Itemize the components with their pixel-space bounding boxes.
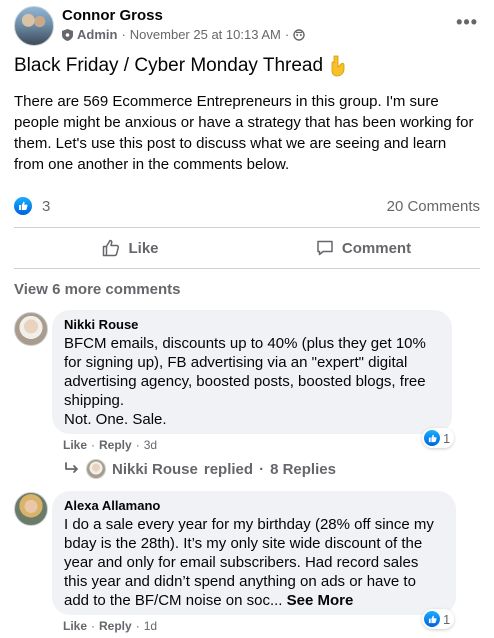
dot: · — [135, 438, 140, 452]
comment-bubble-icon — [317, 240, 333, 256]
post-title: Black Friday / Cyber Monday Thread — [14, 55, 349, 77]
post-meta: Admin · November 25 at 10:13 AM · — [62, 27, 305, 42]
comment-bubble: Alexa Allamano I do a sale every year fo… — [52, 491, 456, 615]
reply-arrow-icon — [65, 462, 78, 473]
comment-text-line: advertising agency, boosted posts, boost… — [64, 373, 426, 390]
comment-like-link[interactable]: Like — [63, 619, 87, 633]
comment-reply-link[interactable]: Reply — [99, 619, 132, 633]
author-role: Admin — [77, 27, 118, 42]
post-body: There are 569 Ecommerce Entrepreneurs in… — [14, 93, 474, 173]
replier-avatar — [86, 459, 106, 479]
comment-reaction-count: 1 — [443, 430, 451, 446]
post-timestamp[interactable]: November 25 at 10:13 AM — [130, 27, 281, 42]
comment-age[interactable]: 3d — [144, 438, 157, 452]
divider — [14, 227, 480, 228]
replied-text: replied — [203, 460, 254, 478]
comment-text-line: year and only for email subscribers. Had… — [64, 554, 419, 571]
comment-reaction-badge[interactable]: 1 — [422, 428, 455, 448]
comment-text-line: bday is the 28th). It’s my only site wid… — [64, 535, 423, 552]
author-avatar[interactable] — [14, 6, 54, 46]
commenter-avatar[interactable] — [14, 492, 48, 526]
dot: · — [135, 619, 140, 633]
reactions-summary[interactable]: 3 — [14, 197, 50, 215]
dot: · — [259, 460, 265, 478]
meta-separator-2: · — [284, 27, 290, 42]
see-more-link[interactable]: See More — [287, 592, 354, 609]
like-label: Like — [128, 239, 159, 257]
comment-age[interactable]: 1d — [144, 619, 157, 633]
comment-actions: Like · Reply · 3d — [63, 438, 157, 452]
comment-label: Comment — [341, 239, 412, 257]
comment-text-line: for signing up), FB advertising via an "… — [64, 354, 408, 371]
more-dots-icon[interactable]: ••• — [456, 12, 478, 33]
comment-truncated-text: add to the BF/CM noise on soc... — [64, 592, 283, 609]
comment-reaction-count: 1 — [443, 611, 451, 627]
commenter-avatar[interactable] — [14, 312, 48, 346]
comment-count[interactable]: 20 Comments — [387, 198, 480, 215]
like-thumb-icon — [103, 239, 120, 257]
commenter-name[interactable]: Nikki Rouse — [64, 316, 440, 334]
like-reaction-icon — [14, 197, 32, 215]
comment-text-line: I do a sale every year for my birthday (… — [64, 516, 434, 533]
replier-name: Nikki Rouse — [112, 460, 198, 478]
comment-text-line: Not. One. Sale. — [64, 411, 167, 428]
like-reaction-icon — [424, 611, 440, 627]
divider-2 — [14, 268, 480, 269]
like-button[interactable]: Like — [14, 229, 247, 267]
commenter-name[interactable]: Alexa Allamano — [64, 497, 444, 515]
post-title-text: Black Friday / Cyber Monday Thread — [14, 55, 324, 76]
view-replies-link[interactable]: Nikki Rouse replied · 8 Replies — [64, 459, 336, 479]
comment-like-link[interactable]: Like — [63, 438, 87, 452]
comment-reaction-badge[interactable]: 1 — [422, 609, 455, 629]
reaction-count: 3 — [42, 197, 51, 215]
comment-text-line: shipping. — [64, 392, 125, 409]
comment-button[interactable]: Comment — [247, 229, 480, 267]
comment-text-line: add to the BF/CM noise on soc... See Mor… — [64, 591, 444, 610]
comment-actions: Like · Reply · 1d — [63, 619, 157, 633]
post-actions: Like Comment — [14, 229, 480, 267]
view-more-comments-link[interactable]: View 6 more comments — [14, 281, 180, 298]
reply-count: 8 Replies — [270, 460, 336, 478]
like-reaction-icon — [424, 430, 440, 446]
author-name[interactable]: Connor Gross — [62, 7, 163, 24]
admin-shield-icon — [62, 28, 73, 41]
comment-reply-link[interactable]: Reply — [99, 438, 132, 452]
group-privacy-icon — [293, 28, 305, 41]
dot: · — [91, 438, 96, 452]
dot: · — [91, 619, 96, 633]
pointing-down-emoji-icon — [331, 55, 345, 77]
comment-bubble: Nikki Rouse BFCM emails, discounts up to… — [52, 310, 452, 434]
comment-text-line: BFCM emails, discounts up to 40% (plus t… — [64, 335, 426, 352]
post-header: Connor Gross Admin · November 25 at 10:1… — [14, 6, 480, 46]
meta-separator: · — [121, 27, 126, 42]
comment-text-line: this year and didn’t spend anything on a… — [64, 573, 416, 590]
